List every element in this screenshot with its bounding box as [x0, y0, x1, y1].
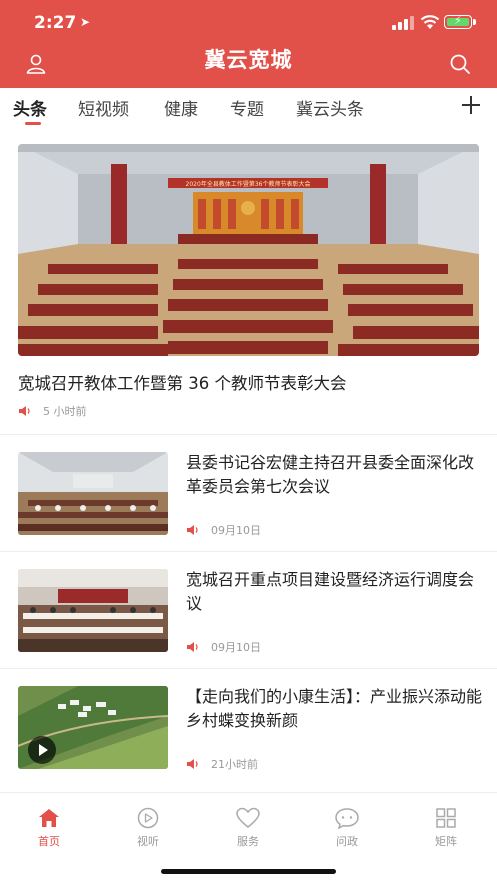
- speaker-icon[interactable]: [187, 525, 199, 535]
- location-arrow-icon: ➤: [80, 15, 91, 29]
- plus-icon[interactable]: [460, 94, 482, 116]
- divider: [0, 551, 497, 552]
- app-header: 2:27 ➤ ⚡ 冀云宽城: [0, 0, 497, 88]
- chat-bubble-icon: [335, 808, 359, 829]
- news-meta: 09月10日: [187, 639, 261, 655]
- active-tab-indicator: [25, 122, 41, 125]
- divider: [0, 434, 497, 435]
- news-title[interactable]: 【走向我们的小康生活】：产业振兴添动能 乡村蝶变换新颜: [186, 685, 482, 733]
- hero-time: 5 小时前: [43, 405, 87, 418]
- wifi-icon: [420, 15, 440, 29]
- home-icon: [39, 809, 59, 827]
- nav-media-label: 视听: [137, 835, 159, 848]
- news-thumbnail[interactable]: [18, 686, 168, 769]
- news-thumbnail[interactable]: [18, 452, 168, 535]
- status-time: 2:27: [34, 13, 77, 33]
- battery-charging-icon: ⚡: [444, 14, 476, 29]
- news-title[interactable]: 县委书记谷宏健主持召开县委全面深化改革委员会第七次会议: [186, 451, 482, 499]
- nav-inquiry-label: 问政: [336, 835, 358, 848]
- user-icon[interactable]: [24, 52, 48, 76]
- play-circle-icon: [137, 807, 159, 829]
- speaker-icon[interactable]: [187, 642, 199, 652]
- news-time: 09月10日: [211, 524, 261, 537]
- news-thumbnail[interactable]: [18, 569, 168, 652]
- grid-icon: [436, 808, 456, 828]
- play-icon[interactable]: [28, 736, 56, 764]
- hero-image[interactable]: 2020年全县教体工作暨第36个教师节表彰大会: [18, 144, 479, 356]
- news-meta: 21小时前: [187, 756, 258, 772]
- home-indicator: [161, 869, 336, 874]
- status-bar: 2:27 ➤ ⚡: [0, 0, 497, 44]
- divider: [0, 668, 497, 669]
- nav-home-label: 首页: [38, 835, 60, 848]
- hero-meta: 5 小时前: [19, 403, 87, 419]
- news-time: 21小时前: [211, 758, 258, 771]
- hero-headline[interactable]: 宽城召开教体工作暨第 36 个教师节表彰大会: [18, 370, 347, 394]
- tab-short-video[interactable]: 短视频: [78, 95, 129, 120]
- news-meta: 09月10日: [187, 522, 261, 538]
- heart-icon: [236, 807, 260, 828]
- search-icon[interactable]: [448, 52, 472, 76]
- tab-health[interactable]: 健康: [164, 95, 198, 120]
- nav-matrix-label: 矩阵: [435, 835, 457, 848]
- app-title: 冀云宽城: [204, 48, 293, 72]
- channel-tabs: 头条 短视频 健康 专题 冀云头条: [0, 88, 497, 126]
- tab-jiyun-headlines[interactable]: 冀云头条: [296, 95, 364, 120]
- nav-media[interactable]: 视听: [118, 807, 178, 849]
- nav-home[interactable]: 首页: [19, 807, 79, 849]
- news-time: 09月10日: [211, 641, 261, 654]
- tab-headlines[interactable]: 头条: [13, 95, 47, 120]
- speaker-icon[interactable]: [187, 759, 199, 769]
- nav-inquiry[interactable]: 问政: [317, 807, 377, 849]
- nav-services-label: 服务: [237, 835, 259, 848]
- hero-banner-text: 2020年全县教体工作暨第36个教师节表彰大会: [186, 180, 311, 188]
- nav-matrix[interactable]: 矩阵: [416, 807, 476, 849]
- nav-services[interactable]: 服务: [218, 807, 278, 849]
- speaker-icon[interactable]: [19, 406, 31, 416]
- tab-topics[interactable]: 专题: [230, 95, 264, 120]
- signal-icon: [392, 16, 414, 30]
- news-title[interactable]: 宽城召开重点项目建设暨经济运行调度会议: [186, 568, 482, 616]
